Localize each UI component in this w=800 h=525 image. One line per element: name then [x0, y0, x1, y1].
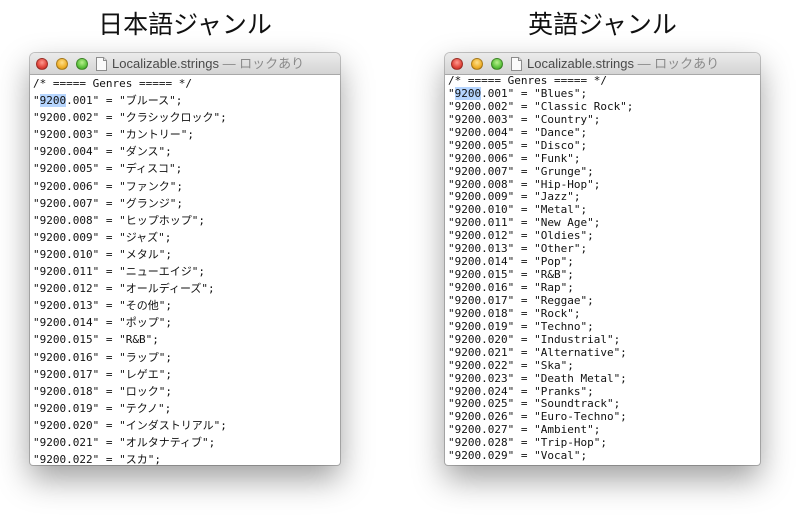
code-line: "9200.021" = "Alternative";: [448, 345, 627, 359]
minimize-button[interactable]: [471, 58, 483, 70]
code-line: "9200.013" = "その他";: [33, 299, 172, 313]
close-button[interactable]: [451, 58, 463, 70]
code-line: "9200.008" = "ヒップホップ";: [33, 213, 205, 227]
window-lock-status: — ロックあり: [633, 56, 720, 71]
code-line: "9200.021" = "オルタナティブ";: [33, 435, 216, 449]
code-line: "9200.005" = "Disco";: [448, 138, 588, 152]
zoom-button[interactable]: [491, 58, 503, 70]
window-lock-status: — ロックあり: [218, 56, 305, 71]
code-line: "9200.004" = "ダンス";: [33, 145, 172, 159]
japanese-strings-window[interactable]: Localizable.strings — ロックあり /* ===== Gen…: [30, 53, 340, 465]
code-line: "9200.022" = "スカ";: [33, 453, 161, 465]
code-line: "9200.010" = "メタル";: [33, 247, 172, 261]
code-line: "9200.014" = "ポップ";: [33, 316, 172, 330]
code-line: "9200.007" = "Grunge";: [448, 164, 594, 178]
code-line: "9200.016" = "Rap";: [448, 281, 574, 294]
window-titlebar[interactable]: Localizable.strings — ロックあり: [445, 53, 760, 75]
code-line: "9200.015" = "R&B";: [33, 333, 159, 347]
text-editor[interactable]: /* ===== Genres ===== */ "9200.001" = "ブル…: [33, 75, 340, 465]
window-title: Localizable.strings — ロックあり: [112, 53, 304, 74]
text-selection: 9200: [454, 86, 482, 100]
code-line: "9200.017" = "レゲエ";: [33, 367, 172, 381]
code-line: "9200.005" = "ディスコ";: [33, 162, 183, 176]
code-line: "9200.009" = "ジャズ";: [33, 230, 172, 244]
code-line: "9200.006" = "Funk";: [448, 151, 581, 165]
code-line: "9200.004" = "Dance";: [448, 125, 588, 139]
window-filename: Localizable.strings: [527, 56, 634, 71]
code-comment-line: /* ===== Genres ===== */: [33, 77, 192, 90]
code-line: "9200.016" = "ラップ";: [33, 350, 172, 364]
code-line: "9200.007" = "グランジ";: [33, 196, 183, 210]
document-icon: [96, 57, 107, 71]
code-line: "9200.019" = "テクノ";: [33, 401, 172, 415]
zoom-button[interactable]: [76, 58, 88, 70]
code-line: "9200.029" = "Vocal";: [448, 449, 588, 463]
text-editor[interactable]: /* ===== Genres ===== */"9200.001" = "Bl…: [448, 75, 760, 465]
window-titlebar[interactable]: Localizable.strings — ロックあり: [30, 53, 340, 75]
code-line: "9200.018" = "Rock";: [448, 306, 581, 320]
code-line: "9200.001" = "Blues";: [448, 86, 588, 100]
code-line: "9200.001" = "ブルース";: [33, 94, 183, 108]
text-selection: 9200: [39, 94, 67, 108]
code-line: "9200.017" = "Reggae";: [448, 293, 594, 307]
document-icon: [511, 57, 522, 71]
code-line: "9200.012" = "オールディーズ";: [33, 282, 215, 296]
code-line: "9200.022" = "Ska";: [448, 358, 574, 372]
code-line: "9200.002" = "クラシックロック";: [33, 111, 227, 125]
english-strings-window[interactable]: Localizable.strings — ロックあり /* ===== Gen…: [445, 53, 760, 465]
minimize-button[interactable]: [56, 58, 68, 70]
code-line: "9200.023" = "Death Metal";: [448, 371, 627, 385]
window-title: Localizable.strings — ロックあり: [527, 53, 719, 74]
code-line: "9200.018" = "ロック";: [33, 384, 172, 398]
code-line: "9200.003" = "Country";: [448, 112, 601, 126]
code-line: "9200.003" = "カントリー";: [33, 128, 194, 142]
code-line: "9200.020" = "インダストリアル";: [33, 418, 227, 432]
code-comment-line: /* ===== Genres ===== */: [448, 75, 607, 87]
close-button[interactable]: [36, 58, 48, 70]
japanese-genres-heading: 日本語ジャンル: [98, 10, 272, 39]
code-line: "9200.019" = "Techno";: [448, 319, 594, 333]
code-line: "9200.006" = "ファンク";: [33, 179, 183, 193]
english-genres-heading: 英語ジャンル: [528, 10, 677, 39]
code-line: "9200.011" = "ニューエイジ";: [33, 265, 205, 279]
window-filename: Localizable.strings: [112, 56, 219, 71]
code-line: "9200.002" = "Classic Rock";: [448, 99, 634, 113]
code-line: "9200.020" = "Industrial";: [448, 332, 621, 346]
